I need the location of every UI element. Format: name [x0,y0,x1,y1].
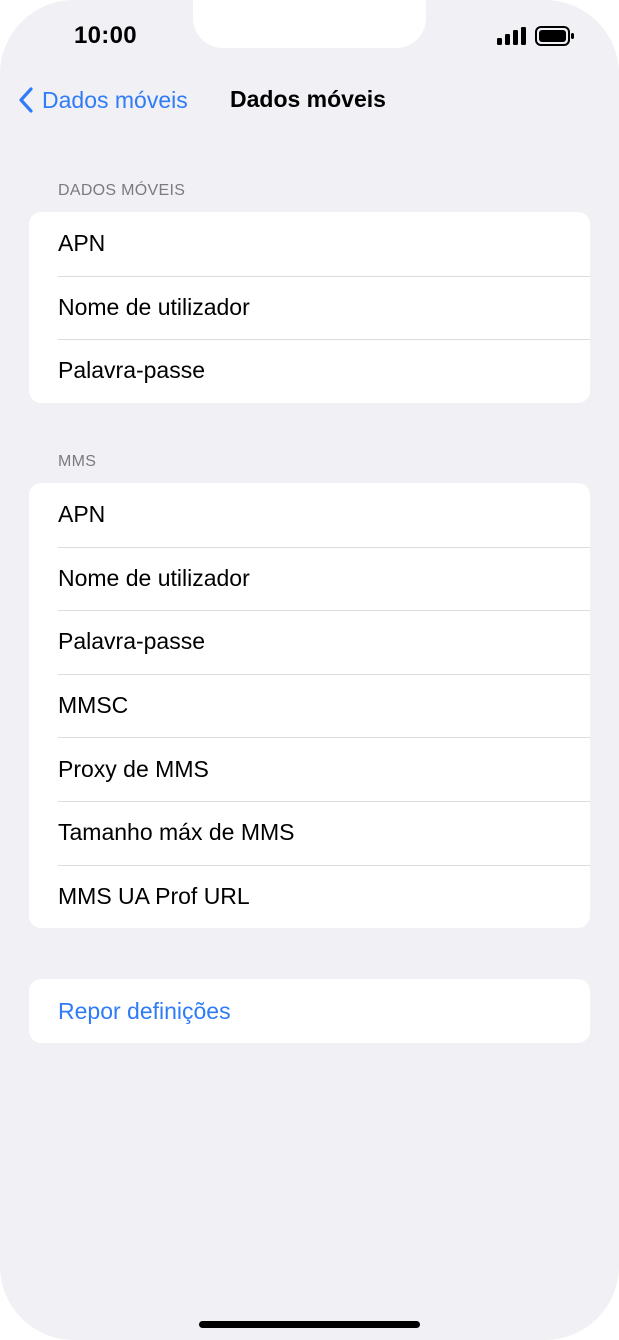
mms-username-row[interactable]: Nome de utilizador [29,546,590,611]
mms-password-row[interactable]: Palavra-passe [29,610,590,674]
cellular-signal-icon [497,27,526,45]
reset-settings-button[interactable]: Repor definições [29,979,590,1043]
notch [193,0,426,48]
section-header-mms: MMS [58,453,97,470]
back-button-label: Dados móveis [42,86,188,113]
mms-max-size-row[interactable]: Tamanho máx de MMS [29,800,590,865]
mms-group: APN Nome de utilizador Palavra-passe MMS… [29,483,590,929]
mms-proxy-row[interactable]: Proxy de MMS [29,737,590,801]
status-icons [497,26,575,46]
phone-screen: 10:00 Dados móveis Dados móveis DADOS MÓ… [0,0,619,1340]
mms-ua-prof-url-row[interactable]: MMS UA Prof URL [29,864,590,929]
battery-icon [535,26,574,46]
mobile-data-apn-row[interactable]: APN [29,212,590,276]
back-button[interactable]: Dados móveis [18,82,188,118]
status-time: 10:00 [74,22,137,49]
section-header-mobile-data: DADOS MÓVEIS [58,182,186,199]
home-indicator[interactable] [199,1321,420,1328]
mmsc-row[interactable]: MMSC [29,673,590,738]
chevron-left-icon [19,87,33,113]
mobile-data-password-row[interactable]: Palavra-passe [29,339,590,403]
navigation-bar: Dados móveis Dados móveis [0,82,619,118]
mobile-data-username-row[interactable]: Nome de utilizador [29,275,590,340]
mms-apn-row[interactable]: APN [29,483,590,547]
page-title: Dados móveis [230,86,386,112]
reset-group: Repor definições [29,979,590,1043]
mobile-data-group: APN Nome de utilizador Palavra-passe [29,212,590,403]
